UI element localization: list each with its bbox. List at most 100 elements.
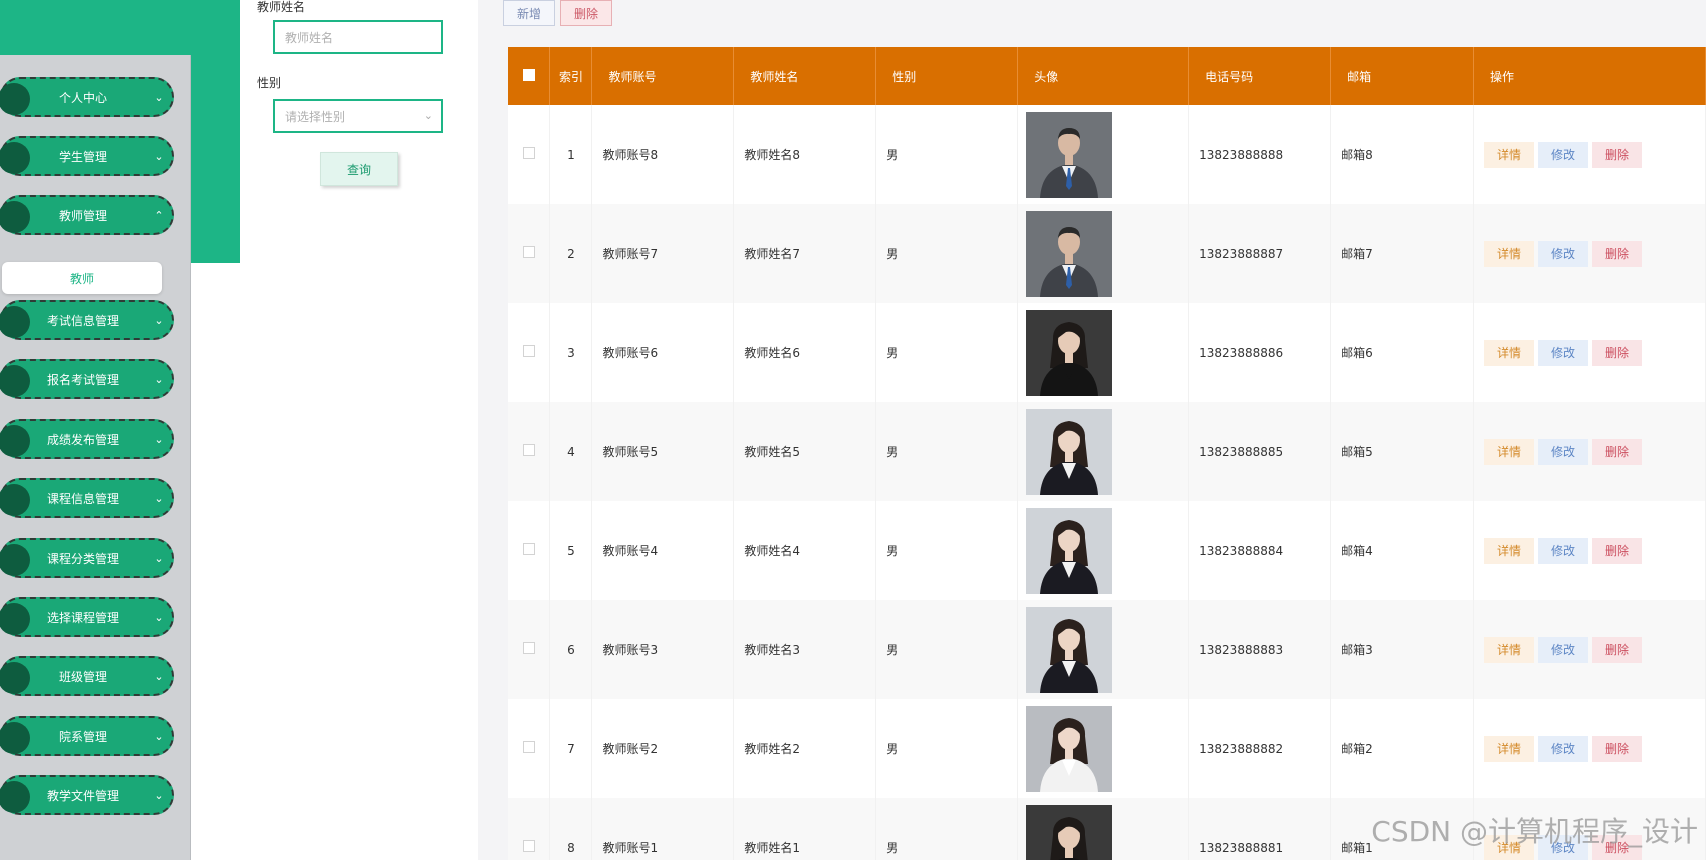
delete-button[interactable]: 删除 — [1592, 735, 1643, 762]
avatar — [1026, 606, 1113, 693]
row-checkbox[interactable] — [522, 345, 535, 357]
search-panel: 教师姓名 教师姓名 性别 请选择性别 ⌄ 查询 — [240, 0, 478, 860]
sidebar-menu-item[interactable]: 课程分类管理 ⌄ — [0, 538, 174, 578]
main-content: 新增 删除 索引 教师账号 教师姓名 性别 头像 电话号码 邮箱 操作 1 教师账… — [478, 0, 1706, 860]
row-phone: 13823888884 — [1188, 501, 1332, 600]
query-button[interactable]: 查询 — [320, 152, 398, 186]
detail-button[interactable]: 详情 — [1484, 438, 1535, 465]
detail-button[interactable]: 详情 — [1484, 339, 1535, 366]
select-all-checkbox[interactable] — [522, 68, 535, 81]
delete-button[interactable]: 删除 — [1592, 438, 1643, 465]
row-select-cell — [508, 105, 551, 204]
row-actions: 详情 修改 删除 — [1473, 402, 1706, 501]
sidebar-menu-item[interactable]: 课程信息管理 ⌄ — [0, 478, 174, 518]
header-index: 索引 — [549, 47, 593, 105]
menu-dot-icon — [0, 83, 30, 115]
menu-dot-icon — [0, 544, 30, 576]
delete-button[interactable]: 删除 — [1592, 339, 1643, 366]
row-name: 教师姓名2 — [733, 699, 877, 798]
row-name: 教师姓名6 — [733, 303, 877, 402]
menu-dot-icon — [0, 201, 30, 233]
edit-button[interactable]: 修改 — [1538, 735, 1589, 762]
row-actions: 详情 修改 删除 — [1473, 105, 1706, 204]
row-checkbox[interactable] — [522, 147, 535, 159]
detail-button[interactable]: 详情 — [1484, 240, 1535, 267]
row-avatar-cell — [1017, 402, 1190, 501]
row-checkbox[interactable] — [522, 642, 535, 654]
table-row: 1 教师账号8 教师姓名8 男 13823888888 邮箱8 详情 修改 删除 — [508, 105, 1706, 204]
row-checkbox[interactable] — [522, 840, 535, 852]
edit-button[interactable]: 修改 — [1538, 141, 1589, 168]
delete-button[interactable]: 删除 — [1592, 636, 1643, 663]
sidebar-menu-item[interactable]: 院系管理 ⌄ — [0, 716, 174, 756]
add-button[interactable]: 新增 — [503, 0, 555, 26]
header-name: 教师姓名 — [733, 47, 877, 105]
row-email: 邮箱4 — [1330, 501, 1475, 600]
sidebar-menu-item[interactable]: 教学文件管理 ⌄ — [0, 775, 174, 815]
edit-button[interactable]: 修改 — [1538, 240, 1589, 267]
row-account: 教师账号7 — [591, 204, 735, 303]
delete-button[interactable]: 删除 — [1592, 240, 1643, 267]
sidebar-menu-item[interactable]: 选择课程管理 ⌄ — [0, 597, 174, 637]
row-index: 4 — [549, 402, 593, 501]
row-phone: 13823888887 — [1188, 204, 1332, 303]
row-checkbox[interactable] — [522, 246, 535, 258]
sidebar-menu-item[interactable]: 成绩发布管理 ⌄ — [0, 419, 174, 459]
row-checkbox[interactable] — [522, 543, 535, 555]
header-phone: 电话号码 — [1188, 47, 1332, 105]
header-avatar: 头像 — [1017, 47, 1190, 105]
row-phone: 13823888883 — [1188, 600, 1332, 699]
teacher-table: 索引 教师账号 教师姓名 性别 头像 电话号码 邮箱 操作 1 教师账号8 教师姓名… — [508, 47, 1706, 860]
sidebar-menu-item[interactable]: 班级管理 ⌄ — [0, 656, 174, 696]
avatar — [1026, 309, 1113, 396]
row-select-cell — [508, 798, 551, 860]
chevron-icon: ⌄ — [154, 372, 164, 386]
row-actions: 详情 修改 删除 — [1473, 501, 1706, 600]
row-checkbox[interactable] — [522, 444, 535, 456]
sidebar-subitem-teacher[interactable]: 教师 — [2, 262, 162, 294]
detail-button[interactable]: 详情 — [1484, 636, 1535, 663]
batch-delete-button[interactable]: 删除 — [560, 0, 612, 26]
row-actions: 详情 修改 删除 — [1473, 600, 1706, 699]
sidebar-menu-item[interactable]: 考试信息管理 ⌄ — [0, 300, 174, 340]
delete-button[interactable]: 删除 — [1592, 141, 1643, 168]
row-phone: 13823888885 — [1188, 402, 1332, 501]
sidebar-menu-item[interactable]: 报名考试管理 ⌄ — [0, 359, 174, 399]
gender-select[interactable]: 请选择性别 ⌄ — [273, 99, 443, 133]
row-select-cell — [508, 402, 551, 501]
table-row: 7 教师账号2 教师姓名2 男 13823888882 邮箱2 详情 修改 删除 — [508, 699, 1706, 798]
edit-button[interactable]: 修改 — [1538, 537, 1589, 564]
edit-button[interactable]: 修改 — [1538, 339, 1589, 366]
row-index: 6 — [549, 600, 593, 699]
sidebar-menu-item[interactable]: 学生管理 ⌄ — [0, 136, 174, 176]
chevron-icon: ⌄ — [154, 491, 164, 505]
row-gender: 男 — [875, 303, 1019, 402]
delete-button[interactable]: 删除 — [1592, 537, 1643, 564]
chevron-icon: ⌄ — [154, 788, 164, 802]
sidebar-menu-item[interactable]: 个人中心 ⌄ — [0, 77, 174, 117]
teacher-name-input[interactable]: 教师姓名 — [273, 20, 443, 54]
avatar — [1026, 408, 1113, 495]
row-index: 1 — [549, 105, 593, 204]
row-actions: 详情 修改 删除 — [1473, 303, 1706, 402]
detail-button[interactable]: 详情 — [1484, 141, 1535, 168]
row-checkbox[interactable] — [522, 741, 535, 753]
menu-dot-icon — [0, 781, 30, 813]
row-name: 教师姓名8 — [733, 105, 877, 204]
header-select-all[interactable] — [508, 47, 551, 105]
detail-button[interactable]: 详情 — [1484, 735, 1535, 762]
edit-button[interactable]: 修改 — [1538, 636, 1589, 663]
sidebar-menu-item[interactable]: 教师管理 ⌃ — [0, 195, 174, 235]
menu-dot-icon — [0, 722, 30, 754]
row-avatar-cell — [1017, 600, 1190, 699]
edit-button[interactable]: 修改 — [1538, 438, 1589, 465]
row-name: 教师姓名5 — [733, 402, 877, 501]
watermark: CSDN @计算机程序_设计 — [1371, 815, 1698, 848]
header-gender: 性别 — [875, 47, 1019, 105]
detail-button[interactable]: 详情 — [1484, 537, 1535, 564]
row-phone: 13823888882 — [1188, 699, 1332, 798]
row-account: 教师账号4 — [591, 501, 735, 600]
avatar — [1026, 111, 1113, 198]
row-actions: 详情 修改 删除 — [1473, 204, 1706, 303]
row-name: 教师姓名7 — [733, 204, 877, 303]
